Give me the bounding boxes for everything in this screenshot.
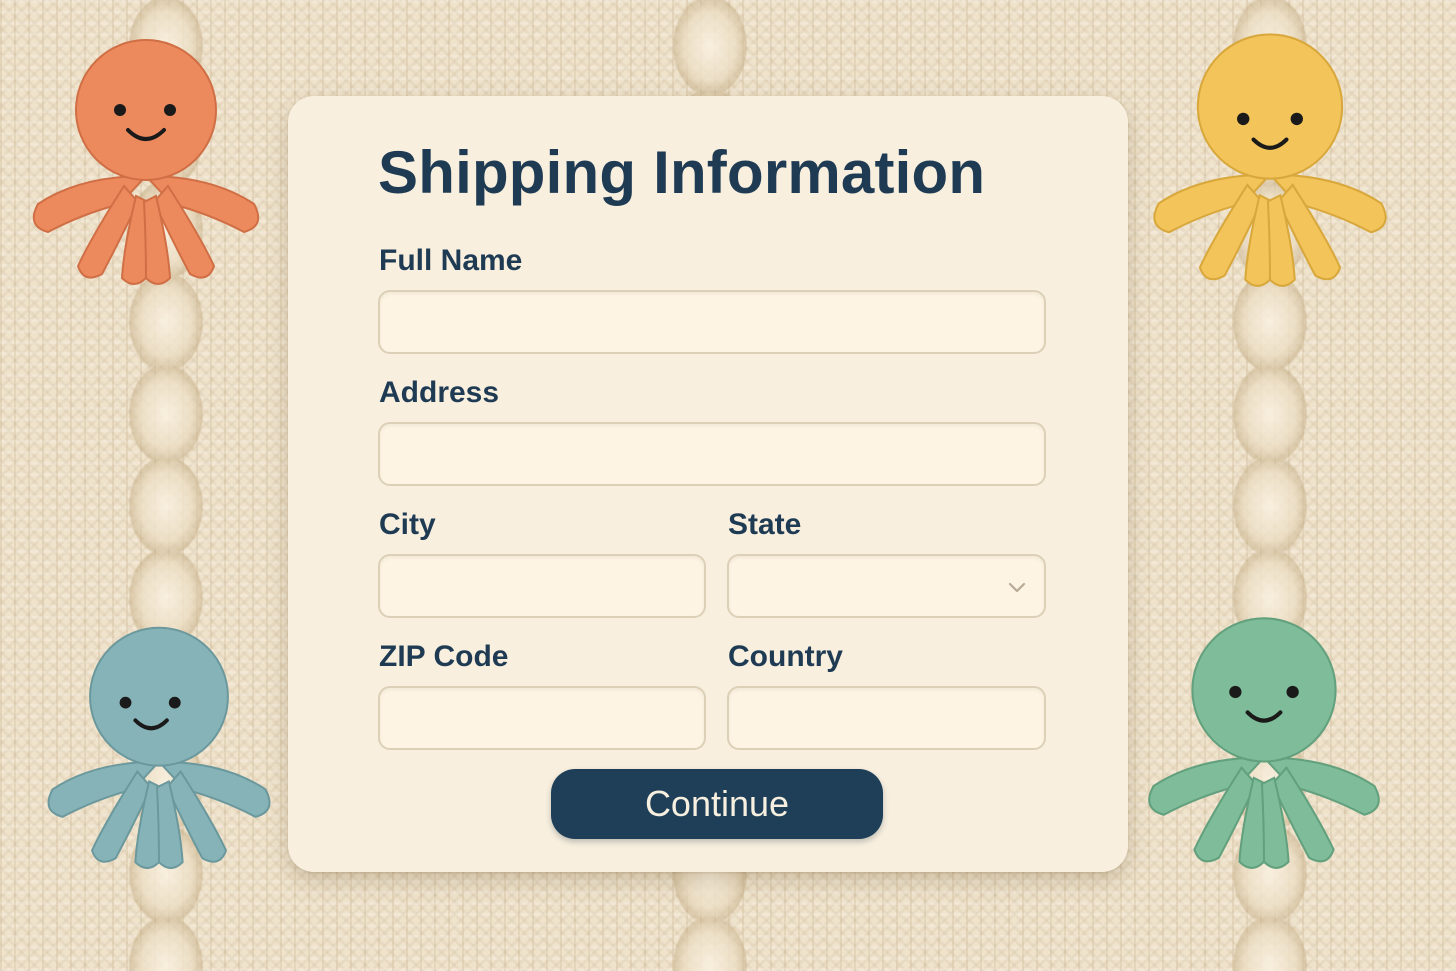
address-label: Address [379, 376, 500, 409]
shipping-form-card: Shipping Information Full Name Address C… [288, 96, 1128, 872]
full-name-label: Full Name [379, 244, 523, 277]
full-name-input[interactable] [378, 290, 1046, 354]
address-input[interactable] [378, 422, 1046, 486]
city-label: City [379, 508, 436, 541]
octopus-green [1148, 617, 1380, 869]
state-label: State [728, 508, 802, 541]
city-input[interactable] [378, 554, 706, 618]
country-input[interactable] [727, 686, 1046, 750]
continue-button[interactable]: Continue [551, 769, 883, 839]
form-title: Shipping Information [378, 139, 986, 206]
state-select[interactable] [727, 554, 1046, 618]
octopus-blue [47, 626, 271, 870]
country-label: Country [728, 640, 843, 673]
octopus-orange [32, 39, 260, 285]
chevron-down-icon [1008, 582, 1026, 593]
zip-code-label: ZIP Code [379, 640, 509, 673]
octopus-yellow [1153, 33, 1387, 287]
zip-code-input[interactable] [378, 686, 706, 750]
